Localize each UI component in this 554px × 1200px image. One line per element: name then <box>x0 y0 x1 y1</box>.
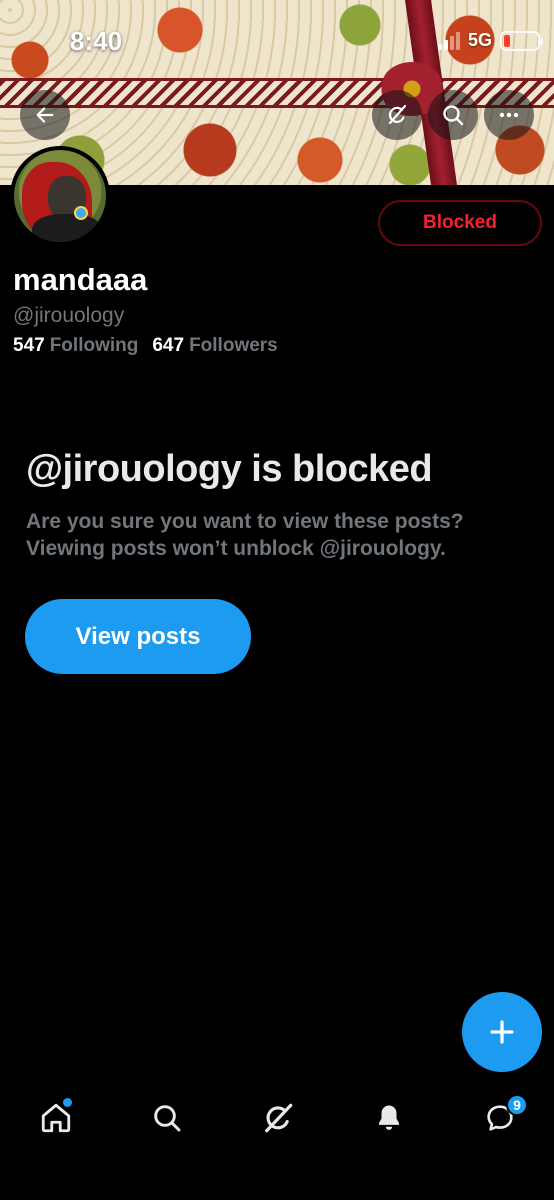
nav-messages[interactable]: 9 <box>480 1094 528 1138</box>
arrow-left-icon <box>36 107 54 123</box>
follow-stats: 547 Following 647 Followers <box>13 335 278 357</box>
followers-label: Followers <box>189 335 278 356</box>
signal-icon <box>437 31 460 50</box>
nav-home[interactable] <box>36 1098 76 1138</box>
search-icon <box>154 1105 181 1132</box>
status-indicators: 5G <box>437 30 543 51</box>
grok-icon <box>265 1103 293 1133</box>
avatar[interactable] <box>10 146 110 246</box>
status-bar: 8:40 5G <box>0 24 554 60</box>
following-count: 547 <box>13 335 45 356</box>
view-posts-button[interactable]: View posts <box>25 599 251 674</box>
nav-grok[interactable] <box>258 1098 298 1138</box>
messages-count-badge: 9 <box>506 1094 528 1116</box>
blocked-title: @jirouology is blocked <box>26 448 433 490</box>
status-time: 8:40 <box>70 26 123 56</box>
display-name: mandaaa <box>13 262 148 297</box>
home-dot-badge <box>63 1098 72 1107</box>
nav-search[interactable] <box>147 1098 187 1138</box>
profile-handle: @jirouology <box>13 304 125 327</box>
more-horizontal-icon <box>499 112 519 118</box>
more-button[interactable] <box>484 90 534 140</box>
nav-notifications[interactable] <box>369 1098 409 1138</box>
battery-icon <box>500 30 543 51</box>
plus-icon <box>490 1020 514 1044</box>
back-button[interactable] <box>20 90 70 140</box>
avatar-pacifier <box>74 206 88 220</box>
followers-count: 647 <box>152 335 185 356</box>
bell-icon <box>379 1105 399 1130</box>
grok-button[interactable] <box>372 90 422 140</box>
compose-post-button[interactable] <box>462 992 542 1072</box>
profile-screen: 8:40 5G Blocked mandaaa @jirouology 547 … <box>0 0 554 1200</box>
grok-icon <box>388 104 407 125</box>
bottom-nav: 9 <box>0 1080 554 1160</box>
blocked-button[interactable]: Blocked <box>378 200 542 246</box>
followers-link[interactable]: 647 Followers <box>152 335 277 357</box>
search-icon <box>443 105 464 126</box>
following-link[interactable]: 547 Following <box>13 335 138 357</box>
blocked-description: Are you sure you want to view these post… <box>26 510 464 560</box>
search-button[interactable] <box>428 90 478 140</box>
following-label: Following <box>49 335 139 356</box>
avatar-cloak <box>32 214 102 242</box>
network-label: 5G <box>467 30 492 50</box>
